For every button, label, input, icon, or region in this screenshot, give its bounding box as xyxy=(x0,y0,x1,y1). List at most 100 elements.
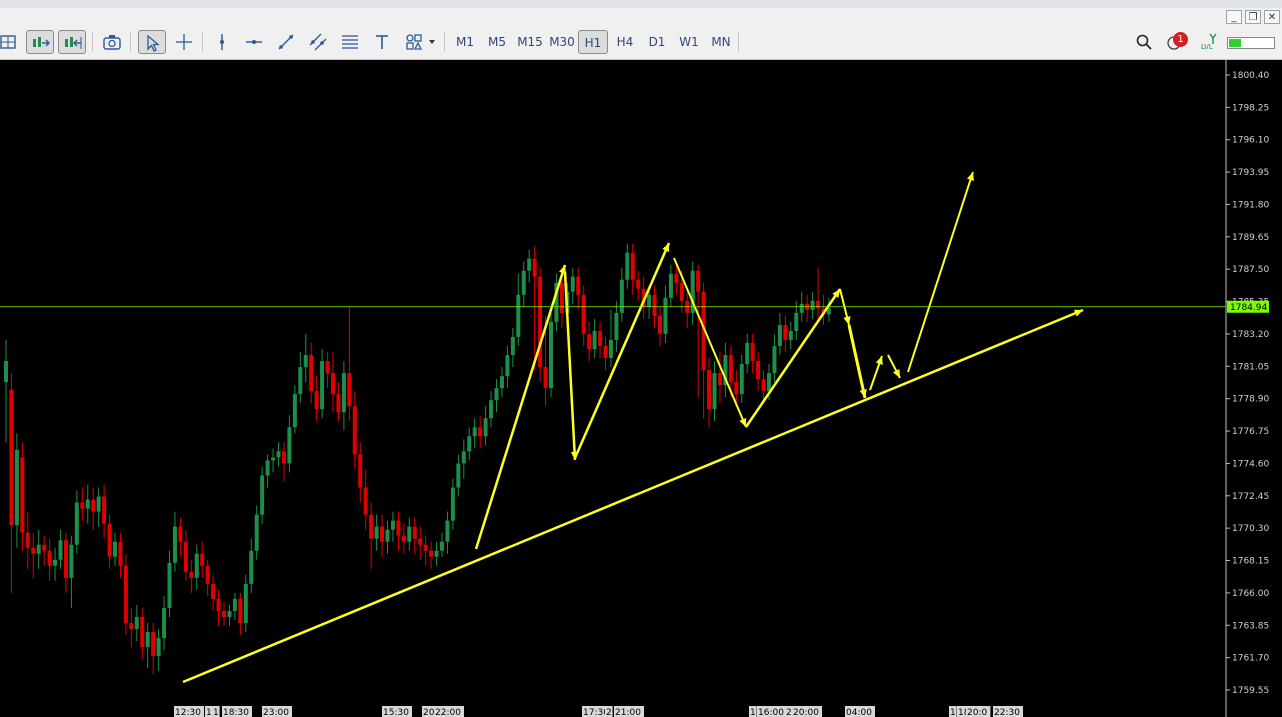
price-tick-label: 1791.80 xyxy=(1232,200,1269,210)
toolbar-separator xyxy=(202,32,203,52)
timeframe-h4[interactable]: H4 xyxy=(610,30,640,54)
candle-body xyxy=(619,279,624,313)
candle-body xyxy=(347,373,352,407)
fibonacci-icon[interactable] xyxy=(336,30,364,54)
candle-body xyxy=(788,330,793,340)
toolbar-separator xyxy=(738,32,739,52)
time-tick-label: 15:30 xyxy=(383,708,409,717)
timeframe-w1[interactable]: W1 xyxy=(674,30,704,54)
restore-button[interactable]: ❐ xyxy=(1245,10,1261,24)
candle-body xyxy=(222,610,226,617)
candle-body xyxy=(167,562,172,608)
vertical-line-icon[interactable] xyxy=(208,30,236,54)
close-button[interactable]: ✕ xyxy=(1264,10,1280,24)
candle-body xyxy=(478,427,483,437)
candle-body xyxy=(598,330,603,346)
grid-icon[interactable] xyxy=(0,30,22,54)
candle-body xyxy=(543,367,548,389)
candle-body xyxy=(467,436,472,452)
candle-body xyxy=(42,544,47,551)
candle-body xyxy=(472,427,477,437)
candle-body xyxy=(31,547,36,554)
candle-body xyxy=(140,616,145,648)
candle-body xyxy=(276,451,281,458)
time-tick-label: 22:30 xyxy=(994,708,1020,717)
chart-shift-icon[interactable] xyxy=(58,30,86,54)
timeframe-d1[interactable]: D1 xyxy=(642,30,672,54)
timeframe-m5[interactable]: M5 xyxy=(482,30,512,54)
candle-body xyxy=(767,373,771,392)
candle-body xyxy=(298,367,303,395)
candle-body xyxy=(9,389,14,526)
candle-body xyxy=(69,544,74,578)
time-tick-label: 1 xyxy=(206,708,212,717)
time-tick-label: 1 xyxy=(750,708,756,717)
candle-body xyxy=(663,297,668,334)
channel-icon[interactable] xyxy=(304,30,332,54)
notifications-icon[interactable]: 1 xyxy=(1162,30,1192,54)
candle-body xyxy=(412,526,417,539)
autoscroll-icon[interactable] xyxy=(26,30,54,54)
candle-body xyxy=(461,451,466,464)
candle-body xyxy=(363,487,368,515)
candle-body xyxy=(292,394,297,428)
candle-body xyxy=(603,345,608,359)
minimize-button[interactable]: _ xyxy=(1226,10,1242,24)
candle-body xyxy=(630,252,635,280)
price-chart[interactable]: 1800.40 1798.25 1796.10 1793.95 1791.80 1789.… xyxy=(0,60,1282,717)
candle-body xyxy=(385,529,390,542)
shapes-dropdown-icon[interactable] xyxy=(400,30,438,54)
candle-body xyxy=(162,607,167,639)
candle-body xyxy=(499,376,504,389)
crosshair-icon[interactable] xyxy=(170,30,198,54)
timeframe-h1[interactable]: H1 xyxy=(578,30,608,54)
time-tick-label: 18:30 xyxy=(223,708,249,717)
candle-body xyxy=(418,538,423,545)
candle-body xyxy=(281,451,286,464)
search-icon[interactable] xyxy=(1130,30,1158,54)
chart-toolbar: M1 M5 M15 M30 H1 H4 D1 W1 MN 1 LVL xyxy=(0,26,1282,60)
candle-body xyxy=(745,342,750,365)
candle-body xyxy=(325,361,330,374)
price-tick-label: 1789.65 xyxy=(1232,233,1269,243)
candle-body xyxy=(739,364,744,395)
price-tick-label: 1761.70 xyxy=(1232,654,1269,664)
timeframe-mn[interactable]: MN xyxy=(706,30,736,54)
candle-body xyxy=(369,514,374,539)
candle-body xyxy=(352,406,357,455)
price-tick-label: 1796.10 xyxy=(1232,136,1269,146)
timeframe-m1[interactable]: M1 xyxy=(450,30,480,54)
time-tick-label: 20:0 xyxy=(967,708,987,717)
candle-body xyxy=(320,361,325,410)
signal-level-label: LVL xyxy=(1201,43,1213,51)
candle-body xyxy=(570,276,575,292)
candle-body xyxy=(592,330,597,350)
horizontal-line-icon[interactable] xyxy=(240,30,268,54)
price-tick-label: 1793.95 xyxy=(1232,168,1269,178)
candle-body xyxy=(178,526,183,542)
screenshot-camera-icon[interactable] xyxy=(98,30,126,54)
price-tick-label: 1783.20 xyxy=(1232,330,1269,340)
timeframe-m30[interactable]: M30 xyxy=(546,30,578,54)
candle-body xyxy=(440,541,444,551)
timeframe-m15[interactable]: M15 xyxy=(514,30,546,54)
candle-body xyxy=(113,541,117,557)
candle-body xyxy=(390,520,395,530)
candle-body xyxy=(58,540,63,560)
candle-body xyxy=(123,565,128,624)
candle-body xyxy=(674,273,679,283)
candle-body xyxy=(260,475,265,515)
candle-body xyxy=(516,294,521,337)
candle-body xyxy=(96,496,101,512)
price-tick-label: 1781.05 xyxy=(1232,362,1269,372)
time-tick-label: 04:00 xyxy=(846,708,872,717)
cursor-arrow-icon[interactable] xyxy=(138,30,166,54)
candle-body xyxy=(429,550,434,557)
candle-body xyxy=(205,565,210,584)
candle-body xyxy=(80,502,85,509)
candle-body xyxy=(134,616,139,630)
candle-body xyxy=(401,535,406,542)
candle-body xyxy=(36,544,41,554)
text-tool-icon[interactable] xyxy=(368,30,396,54)
trendline-icon[interactable] xyxy=(272,30,300,54)
